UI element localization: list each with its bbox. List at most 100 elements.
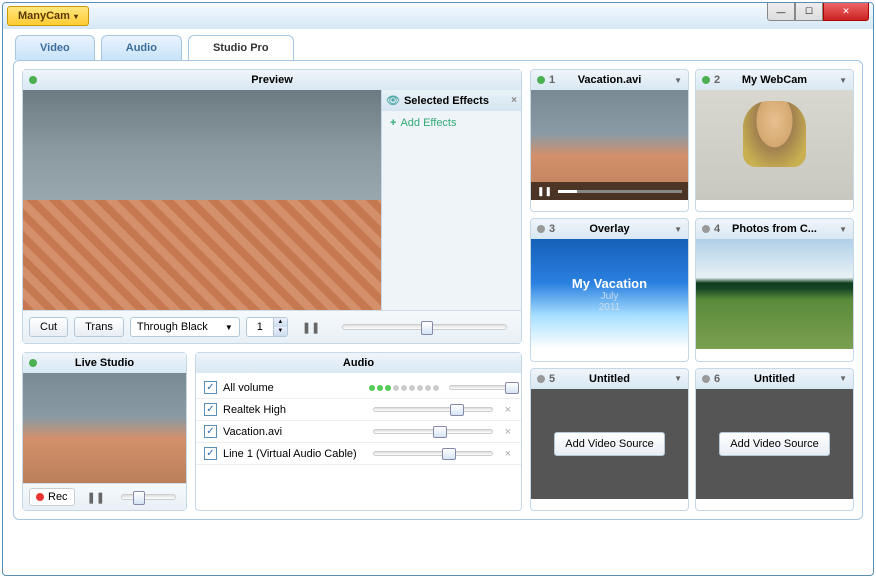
audio-row: ✓ Vacation.avi × — [196, 421, 521, 443]
transition-value: Through Black — [137, 321, 208, 333]
maximize-button[interactable]: ☐ — [795, 3, 823, 21]
source-title: Overlay — [589, 223, 629, 235]
add-video-source-button[interactable]: Add Video Source — [719, 432, 829, 456]
remove-icon[interactable]: × — [503, 426, 513, 438]
app-menu-button[interactable]: ManyCam — [7, 6, 89, 26]
pause-button[interactable]: ❚❚ — [294, 318, 328, 337]
audio-row: ✓ All volume — [196, 377, 521, 399]
add-video-source-button[interactable]: Add Video Source — [554, 432, 664, 456]
volume-slider[interactable] — [373, 407, 493, 412]
spin-down-icon[interactable]: ▼ — [273, 327, 287, 336]
trans-button[interactable]: Trans — [74, 317, 124, 337]
source-1[interactable]: 1 Vacation.avi ▼ ❚❚ — [530, 69, 689, 212]
slider-thumb[interactable] — [421, 321, 433, 335]
live-studio-header: Live Studio — [23, 353, 186, 373]
live-studio-controls: Rec ❚❚ — [23, 483, 186, 510]
playback-track[interactable] — [558, 190, 682, 193]
tab-audio[interactable]: Audio — [101, 35, 182, 60]
preview-image[interactable] — [23, 90, 381, 310]
source-title: Untitled — [754, 373, 795, 385]
preview-slider[interactable] — [342, 324, 507, 330]
add-effects-label: Add Effects — [400, 117, 456, 129]
sources-grid: 1 Vacation.avi ▼ ❚❚ 2 My WebCam — [530, 69, 854, 511]
duration-stepper[interactable]: ▲ ▼ — [246, 317, 288, 337]
chevron-down-icon[interactable]: ▼ — [674, 374, 682, 383]
spin-up-icon[interactable]: ▲ — [273, 318, 287, 327]
checkbox[interactable]: ✓ — [204, 381, 217, 394]
audio-source-name: Vacation.avi — [223, 426, 363, 438]
source-thumbnail[interactable]: My Vacation July 2011 — [531, 239, 688, 349]
content-area: Preview 👁 Selected Effects × + Add Effec… — [13, 60, 863, 520]
slider-thumb[interactable] — [433, 426, 447, 438]
source-6[interactable]: 6 Untitled ▼ Add Video Source — [695, 368, 854, 511]
slider-thumb[interactable] — [442, 448, 456, 460]
bottom-row: Live Studio Rec ❚❚ — [22, 352, 522, 511]
overlay-title: My Vacation — [572, 276, 647, 291]
chevron-down-icon[interactable]: ▼ — [839, 225, 847, 234]
source-thumbnail[interactable] — [696, 239, 853, 349]
checkbox[interactable]: ✓ — [204, 403, 217, 416]
close-button[interactable]: ✕ — [823, 3, 869, 21]
preview-toolbar: Cut Trans Through Black ▼ ▲ ▼ ❚❚ — [23, 310, 521, 343]
window-controls: — ☐ ✕ — [767, 3, 869, 21]
source-header: 1 Vacation.avi ▼ — [531, 70, 688, 90]
chevron-down-icon[interactable]: ▼ — [674, 76, 682, 85]
add-effects-button[interactable]: + Add Effects — [382, 111, 521, 135]
source-number: 2 — [714, 74, 720, 86]
source-title: Photos from C... — [732, 223, 817, 235]
audio-row: ✓Realtek High× — [196, 399, 521, 421]
cut-button[interactable]: Cut — [29, 317, 68, 337]
minimize-button[interactable]: — — [767, 3, 795, 21]
overlay-month: July — [601, 291, 619, 302]
volume-slider[interactable] — [373, 451, 493, 456]
status-dot-icon — [29, 359, 37, 367]
audio-source-name: All volume — [223, 382, 363, 394]
source-3[interactable]: 3 Overlay ▼ My Vacation July 2011 — [530, 218, 689, 361]
source-title: Untitled — [589, 373, 630, 385]
audio-title: Audio — [343, 357, 374, 369]
main-tabs: Video Audio Studio Pro — [3, 29, 873, 60]
source-thumbnail[interactable] — [696, 90, 853, 200]
checkbox[interactable]: ✓ — [204, 447, 217, 460]
remove-icon[interactable]: × — [503, 448, 513, 460]
transition-select[interactable]: Through Black ▼ — [130, 317, 240, 337]
effects-title: Selected Effects — [404, 95, 489, 107]
source-number: 3 — [549, 223, 555, 235]
effects-sidebar: 👁 Selected Effects × + Add Effects — [381, 90, 521, 310]
tab-studio-pro[interactable]: Studio Pro — [188, 35, 294, 60]
source-2[interactable]: 2 My WebCam ▼ — [695, 69, 854, 212]
source-number: 4 — [714, 223, 720, 235]
source-4[interactable]: 4 Photos from C... ▼ — [695, 218, 854, 361]
chevron-down-icon[interactable]: ▼ — [839, 374, 847, 383]
audio-row: ✓Line 1 (Virtual Audio Cable)× — [196, 443, 521, 465]
source-thumbnail: Add Video Source — [696, 389, 853, 499]
tab-video[interactable]: Video — [15, 35, 95, 60]
status-dot-icon — [537, 225, 545, 233]
pause-icon[interactable]: ❚❚ — [537, 186, 552, 197]
source-thumbnail[interactable]: ❚❚ — [531, 90, 688, 200]
source-title: My WebCam — [742, 74, 807, 86]
volume-slider[interactable] — [449, 385, 509, 390]
source-header: 4 Photos from C... ▼ — [696, 219, 853, 239]
audio-panel: Audio ✓All volume✓Realtek High×✓Vacation… — [195, 352, 522, 511]
source-header: 5 Untitled ▼ — [531, 369, 688, 389]
chevron-down-icon[interactable]: ▼ — [674, 225, 682, 234]
record-button[interactable]: Rec — [29, 488, 75, 506]
chevron-down-icon[interactable]: ▼ — [839, 76, 847, 85]
slider-thumb[interactable] — [133, 491, 145, 505]
slider-thumb[interactable] — [505, 382, 519, 394]
source-5[interactable]: 5 Untitled ▼ Add Video Source — [530, 368, 689, 511]
preview-header: Preview — [23, 70, 521, 90]
slider-thumb[interactable] — [450, 404, 464, 416]
preview-panel: Preview 👁 Selected Effects × + Add Effec… — [22, 69, 522, 344]
close-effects-icon[interactable]: × — [511, 95, 517, 106]
live-slider[interactable] — [121, 494, 176, 500]
volume-slider[interactable] — [373, 429, 493, 434]
live-studio-panel: Live Studio Rec ❚❚ — [22, 352, 187, 511]
duration-input[interactable] — [247, 321, 273, 333]
source-number: 1 — [549, 74, 555, 86]
checkbox[interactable]: ✓ — [204, 425, 217, 438]
live-studio-thumbnail[interactable] — [23, 373, 186, 483]
pause-button[interactable]: ❚❚ — [81, 489, 111, 506]
remove-icon[interactable]: × — [503, 404, 513, 416]
